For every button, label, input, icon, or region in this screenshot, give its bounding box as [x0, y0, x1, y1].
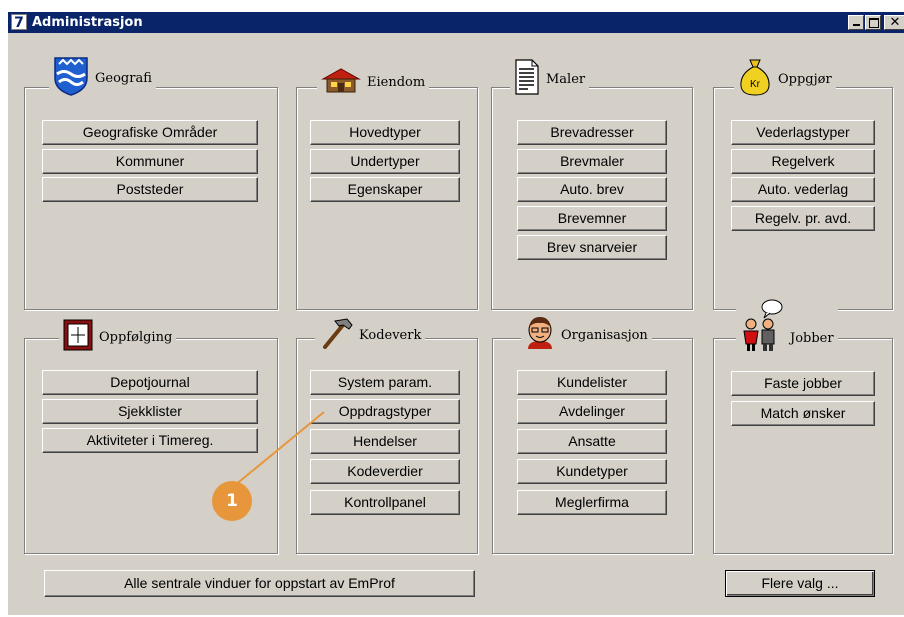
calendar-icon: [63, 319, 93, 355]
document-icon: [514, 59, 540, 99]
system-param-button[interactable]: System param.: [310, 370, 460, 395]
group-oppgjor-legend: Kr Oppgjør: [734, 58, 836, 100]
group-jobber-legend: Jobber: [736, 299, 838, 355]
coat-of-arms-icon: [53, 56, 89, 100]
sjekklister-button[interactable]: Sjekklister: [42, 399, 258, 424]
egenskaper-button[interactable]: Egenskaper: [310, 177, 460, 202]
group-eiendom: Eiendom Hovedtyper Undertyper Egenskaper: [296, 68, 478, 310]
ansatte-button[interactable]: Ansatte: [517, 429, 667, 454]
kontrollpanel-button[interactable]: Kontrollpanel: [310, 490, 460, 515]
group-organisasjon-legend: Organisasjon: [521, 315, 652, 355]
aktiviteter-i-timereg-button[interactable]: Aktiviteter i Timereg.: [42, 428, 258, 453]
kommuner-button[interactable]: Kommuner: [42, 149, 258, 174]
group-jobber: Jobber Faste jobber Match ønsker: [713, 299, 893, 554]
oppdragstyper-button[interactable]: Oppdragstyper: [310, 399, 460, 424]
group-kodeverk-legend: Kodeverk: [315, 317, 426, 353]
hendelser-button[interactable]: Hendelser: [310, 429, 460, 454]
hammer-icon: [319, 317, 353, 353]
callout-pointer-line: [233, 411, 325, 487]
money-bag-icon: Kr: [738, 58, 772, 100]
group-geografi: Geografi Geografiske Områder Kommuner Po…: [24, 57, 278, 310]
group-organisasjon-label: Organisasjon: [561, 327, 648, 343]
undertyper-button[interactable]: Undertyper: [310, 149, 460, 174]
auto-vederlag-button[interactable]: Auto. vederlag: [731, 177, 875, 202]
auto-brev-button[interactable]: Auto. brev: [517, 177, 667, 202]
group-maler-label: Maler: [546, 71, 586, 87]
geografiske-omrader-button[interactable]: Geografiske Områder: [42, 120, 258, 145]
group-maler-legend: Maler: [510, 59, 590, 99]
kodeverdier-button[interactable]: Kodeverdier: [310, 459, 460, 484]
all-central-windows-button[interactable]: Alle sentrale vinduer for oppstart av Em…: [44, 570, 475, 597]
brevadresser-button[interactable]: Brevadresser: [517, 120, 667, 145]
meglerfirma-button[interactable]: Meglerfirma: [517, 490, 667, 515]
app-icon[interactable]: 7: [11, 14, 27, 31]
group-oppgjor-label: Oppgjør: [778, 71, 832, 87]
depotjournal-button[interactable]: Depotjournal: [42, 370, 258, 395]
title-bar[interactable]: 7 Administrasjon ✕: [8, 12, 904, 33]
people-icon: [740, 298, 784, 356]
kundetyper-button[interactable]: Kundetyper: [517, 459, 667, 484]
group-geografi-legend: Geografi: [49, 56, 156, 100]
maximize-button[interactable]: [865, 15, 881, 30]
more-options-button[interactable]: Flere valg ...: [725, 570, 875, 597]
group-oppfolging-legend: Oppfølging: [59, 319, 177, 355]
brevemner-button[interactable]: Brevemner: [517, 206, 667, 231]
regelverk-button[interactable]: Regelverk: [731, 149, 875, 174]
group-oppgjor: Kr Oppgjør Vederlagstyper Regelverk Auto…: [713, 59, 893, 310]
minimize-button[interactable]: [848, 15, 864, 30]
callout-number-badge: 1: [212, 481, 252, 521]
group-kodeverk-label: Kodeverk: [359, 327, 422, 343]
avdelinger-button[interactable]: Avdelinger: [517, 399, 667, 424]
hovedtyper-button[interactable]: Hovedtyper: [310, 120, 460, 145]
brev-snarveier-button[interactable]: Brev snarveier: [517, 235, 667, 260]
match-onsker-button[interactable]: Match ønsker: [731, 401, 875, 426]
group-oppfolging-label: Oppfølging: [99, 329, 173, 345]
kundelister-button[interactable]: Kundelister: [517, 370, 667, 395]
vederlagstyper-button[interactable]: Vederlagstyper: [731, 120, 875, 145]
group-organisasjon: Organisasjon Kundelister Avdelinger Ansa…: [492, 315, 693, 554]
group-maler: Maler Brevadresser Brevmaler Auto. brev …: [491, 59, 693, 310]
regelv-pr-avd-button[interactable]: Regelv. pr. avd.: [731, 206, 875, 231]
close-button[interactable]: ✕: [884, 15, 904, 30]
window-title: Administrasjon: [32, 15, 143, 30]
faste-jobber-button[interactable]: Faste jobber: [731, 371, 875, 396]
brevmaler-button[interactable]: Brevmaler: [517, 149, 667, 174]
person-face-icon: [525, 315, 555, 355]
group-jobber-label: Jobber: [790, 330, 834, 346]
group-eiendom-label: Eiendom: [367, 74, 426, 90]
group-eiendom-legend: Eiendom: [317, 67, 430, 97]
house-icon: [321, 67, 361, 97]
money-bag-text: Kr: [750, 79, 761, 90]
group-geografi-label: Geografi: [95, 70, 152, 86]
poststeder-button[interactable]: Poststeder: [42, 177, 258, 202]
